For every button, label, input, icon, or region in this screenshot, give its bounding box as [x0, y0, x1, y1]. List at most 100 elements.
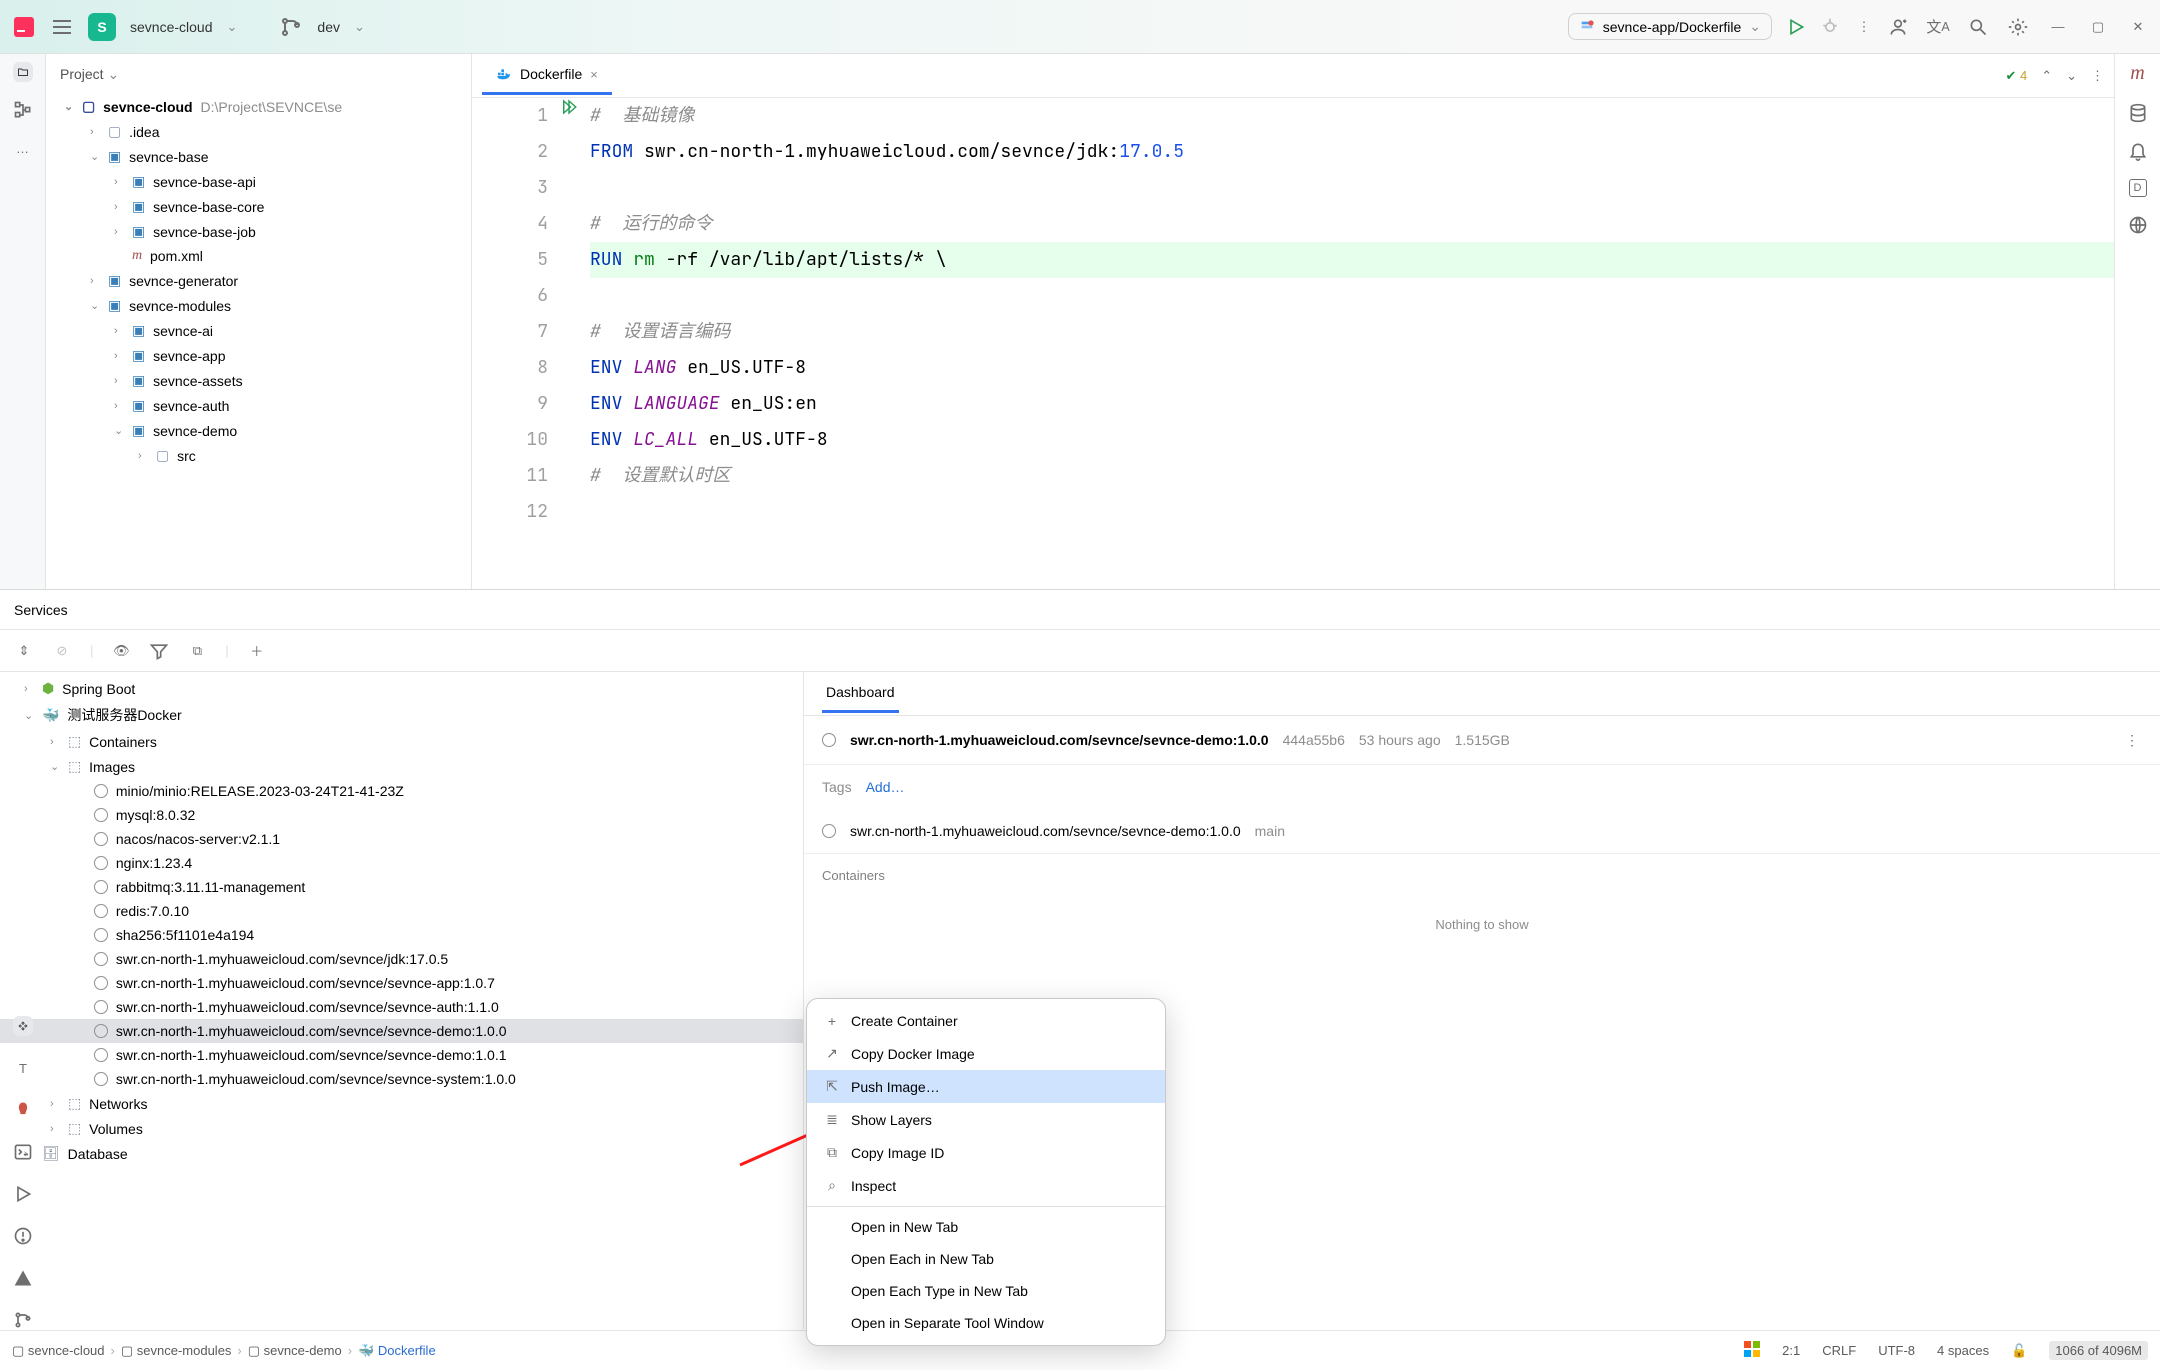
tree-item[interactable]: ›▢ src [46, 443, 471, 468]
editor-more-icon[interactable]: ⋮ [2091, 68, 2104, 84]
services-tree-item[interactable]: minio/minio:RELEASE.2023-03-24T21-41-23Z [0, 779, 803, 803]
profiler-tool-icon[interactable] [13, 1100, 33, 1120]
status-memory[interactable]: 1066 of 4096M [2049, 1341, 2148, 1360]
tree-item[interactable]: ›▣ sevnce-app [46, 343, 471, 368]
stop-icon[interactable]: ⊘ [52, 641, 72, 661]
tree-item[interactable]: ›▣ sevnce-base-api [46, 169, 471, 194]
editor-body[interactable]: 123456789101112 # 基础镜像FROM swr.cn-north-… [472, 98, 2114, 589]
tree-item[interactable]: ›▣ sevnce-assets [46, 368, 471, 393]
warnings-tool-icon[interactable] [13, 1268, 33, 1288]
tree-item[interactable]: ›▢ .idea [46, 119, 471, 144]
database-tool-icon[interactable] [2128, 103, 2148, 123]
project-name[interactable]: sevnce-cloud [130, 19, 213, 35]
context-menu-item[interactable]: Open in New Tab [807, 1211, 1165, 1243]
run-config-selector[interactable]: sevnce-app/Dockerfile ⌄ [1568, 13, 1772, 40]
add-tag-link[interactable]: Add… [866, 779, 905, 795]
docs-tool-icon[interactable]: D [2129, 179, 2147, 197]
status-caret[interactable]: 2:1 [1782, 1343, 1800, 1358]
context-menu-item[interactable]: ≣ Show Layers [807, 1103, 1165, 1136]
services-tree-item[interactable]: rabbitmq:3.11.11-management [0, 875, 803, 899]
add-icon[interactable]: ＋ [247, 641, 267, 661]
context-menu-item[interactable]: Open Each Type in New Tab [807, 1275, 1165, 1307]
services-tree-item[interactable]: ›🗄 Database [0, 1141, 803, 1166]
problems-tool-icon[interactable] [13, 1226, 33, 1246]
close-tab-icon[interactable]: × [590, 67, 598, 82]
context-menu-item[interactable]: ⇱ Push Image… [807, 1070, 1165, 1103]
context-menu-item[interactable]: + Create Container [807, 1005, 1165, 1037]
tree-item[interactable]: m pom.xml [46, 244, 471, 268]
bc-item[interactable]: ▢ sevnce-modules [121, 1343, 232, 1359]
services-tree-item[interactable]: nginx:1.23.4 [0, 851, 803, 875]
code-with-me-icon[interactable] [1888, 17, 1908, 37]
terminal-tool-icon[interactable] [13, 1142, 33, 1162]
services-tool-icon[interactable] [13, 1016, 33, 1036]
context-menu-item[interactable]: ⌕ Inspect [807, 1169, 1165, 1202]
tree-item[interactable]: ›▣ sevnce-generator [46, 268, 471, 293]
editor-tab-dockerfile[interactable]: Dockerfile × [482, 56, 612, 95]
chevron-down-icon[interactable]: ⌄ [354, 19, 365, 35]
services-tree-item[interactable]: swr.cn-north-1.myhuaweicloud.com/sevnce/… [0, 947, 803, 971]
tree-item[interactable]: ›▣ sevnce-base-job [46, 219, 471, 244]
tab-dashboard[interactable]: Dashboard [822, 674, 899, 713]
chevron-down-icon[interactable]: ⌄ [227, 19, 238, 35]
structure-tool-icon[interactable] [13, 100, 33, 120]
next-highlight-icon[interactable]: ⌄ [2066, 68, 2077, 84]
services-tree-item[interactable]: ⌄⬚ Images [0, 754, 803, 779]
search-icon[interactable] [1968, 17, 1988, 37]
group-icon[interactable]: ⧉ [187, 641, 207, 661]
tree-item[interactable]: ⌄▣ sevnce-modules [46, 293, 471, 318]
context-menu-item[interactable]: Open in Separate Tool Window [807, 1307, 1165, 1339]
debug-icon[interactable] [1820, 17, 1840, 37]
project-badge[interactable]: S [88, 13, 116, 41]
tree-item[interactable]: ›▣ sevnce-ai [46, 318, 471, 343]
services-tree-item[interactable]: redis:7.0.10 [0, 899, 803, 923]
web-tool-icon[interactable] [2128, 215, 2148, 235]
main-menu-icon[interactable] [50, 15, 74, 39]
tree-item[interactable]: ›▣ sevnce-base-core [46, 194, 471, 219]
more-icon[interactable]: ⋮ [2122, 730, 2142, 750]
readonly-icon[interactable]: 🔓 [2011, 1343, 2027, 1359]
translate-icon[interactable]: 文A [1928, 17, 1948, 37]
services-tree-item[interactable]: ›⬢ Spring Boot [0, 676, 803, 701]
status-eol[interactable]: CRLF [1822, 1343, 1856, 1358]
services-tree-item[interactable]: swr.cn-north-1.myhuaweicloud.com/sevnce/… [0, 1067, 803, 1091]
tree-item[interactable]: ⌄▣ sevnce-demo [46, 418, 471, 443]
services-header[interactable]: Services [0, 590, 2160, 630]
filter-icon[interactable] [149, 641, 169, 661]
context-menu-item[interactable]: Open Each in New Tab [807, 1243, 1165, 1275]
run-icon[interactable] [1786, 17, 1806, 37]
services-tree-item[interactable]: mysql:8.0.32 [0, 803, 803, 827]
status-encoding[interactable]: UTF-8 [1878, 1343, 1915, 1358]
status-indent[interactable]: 4 spaces [1937, 1343, 1989, 1358]
ms-icon[interactable] [1744, 1341, 1760, 1360]
expand-collapse-icon[interactable]: ⇕ [14, 641, 34, 661]
maven-tool-icon[interactable]: m [2130, 62, 2144, 85]
services-tree-item[interactable]: ⌄🐳 测试服务器Docker [0, 701, 803, 729]
run-tool-icon[interactable] [13, 1184, 33, 1204]
context-menu-item[interactable]: ↗ Copy Docker Image [807, 1037, 1165, 1070]
tree-item[interactable]: ⌄▣ sevnce-base [46, 144, 471, 169]
bc-item[interactable]: 🐳 Dockerfile [358, 1343, 436, 1359]
services-tree-item[interactable]: swr.cn-north-1.myhuaweicloud.com/sevnce/… [0, 1043, 803, 1067]
services-tree-item[interactable]: nacos/nacos-server:v2.1.1 [0, 827, 803, 851]
services-tree-item[interactable]: swr.cn-north-1.myhuaweicloud.com/sevnce/… [0, 995, 803, 1019]
settings-icon[interactable] [2008, 17, 2028, 37]
services-tree-item[interactable]: sha256:5f1101e4a194 [0, 923, 803, 947]
bc-item[interactable]: ▢ sevnce-demo [248, 1343, 342, 1359]
services-tree-item[interactable]: ›⬚ Networks [0, 1091, 803, 1116]
show-icon[interactable]: 👁 [111, 641, 131, 661]
todo-tool-icon[interactable]: T [13, 1058, 33, 1078]
more-icon[interactable]: ⋮ [1854, 17, 1874, 37]
notifications-tool-icon[interactable] [2128, 141, 2148, 161]
vcs-tool-icon[interactable] [13, 1310, 33, 1330]
restore-icon[interactable]: ▢ [2088, 17, 2108, 37]
tree-root[interactable]: ⌄ ▢ sevnce-cloud D:\Project\SEVNCE\se [46, 94, 471, 119]
minimize-icon[interactable]: — [2048, 17, 2068, 37]
services-tree-item[interactable]: ›⬚ Containers [0, 729, 803, 754]
services-tree-item[interactable]: swr.cn-north-1.myhuaweicloud.com/sevnce/… [0, 1019, 803, 1043]
services-tree-item[interactable]: ›⬚ Volumes [0, 1116, 803, 1141]
bc-item[interactable]: ▢ sevnce-cloud [12, 1343, 105, 1359]
prev-highlight-icon[interactable]: ⌃ [2041, 68, 2052, 84]
project-header[interactable]: Project ⌄ [46, 54, 471, 94]
more-icon[interactable]: … [13, 138, 33, 158]
